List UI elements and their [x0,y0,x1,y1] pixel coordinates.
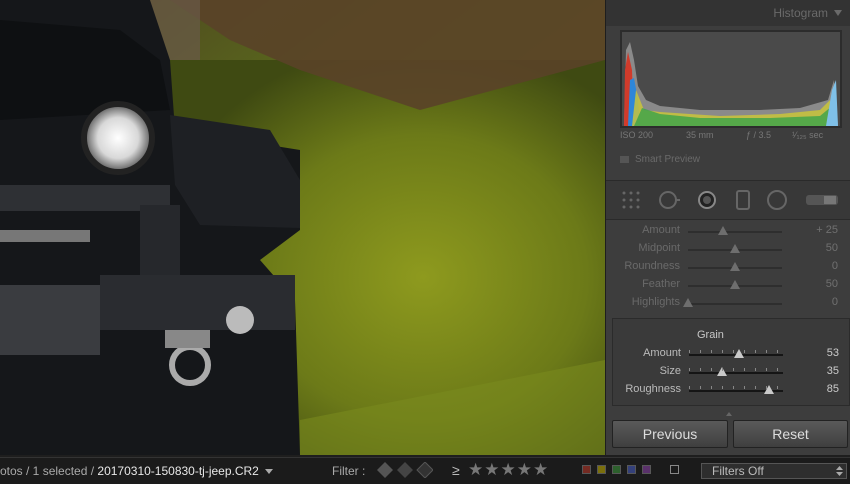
vignette-slider-row[interactable]: Amount + 25 [606,222,850,240]
collapse-triangle-icon[interactable] [834,10,842,16]
updown-arrows-icon [836,466,843,476]
grain-slider-row[interactable]: Amount 53 [607,345,850,363]
color-label-filter[interactable] [627,465,636,474]
vignette-slider-value[interactable]: 50 [826,242,838,254]
color-label-filter[interactable] [597,465,606,474]
grain-slider-label: Size [659,365,681,377]
shutter-readout: ¹⁄₁₂₅ sec [792,130,824,140]
red-eye-icon[interactable] [696,189,718,211]
vignette-slider-value[interactable]: 0 [832,296,838,308]
star-rating-filter[interactable]: ★★★★★ [468,460,549,480]
vignette-slider-label: Roundness [624,260,680,272]
grain-slider-value[interactable]: 85 [827,383,839,395]
crop-grid-icon[interactable] [620,189,642,211]
flag-filters[interactable] [377,462,433,478]
develop-panel: Histogram ISO 200 35 mm ƒ / 3.5 ¹⁄₁₂₅ se… [606,0,850,455]
color-filter-none[interactable] [670,465,679,474]
panel-end-marker-icon [726,412,732,416]
vignette-slider-row[interactable]: Roundness 0 [606,258,850,276]
color-label-filter[interactable] [582,465,591,474]
grain-title: Grain [697,329,724,341]
smart-preview-status[interactable]: Smart Preview [620,154,700,165]
vignette-slider-thumb[interactable] [730,244,740,253]
vignette-slider-label: Highlights [631,296,680,308]
smart-preview-icon [620,155,629,163]
vignette-slider-label: Feather [642,278,680,290]
vignette-slider-value[interactable]: 50 [826,278,838,290]
spot-removal-icon[interactable] [658,189,680,211]
photo-preview[interactable] [0,0,605,455]
vignette-slider-track[interactable] [688,303,782,305]
grain-slider-row[interactable]: Roughness 85 [607,381,850,399]
vignette-slider-track[interactable] [688,231,782,233]
smart-preview-label: Smart Preview [635,154,701,165]
jeep-photo [0,0,605,455]
radial-filter-icon[interactable] [766,189,788,211]
grain-slider-row[interactable]: Size 35 [607,363,850,381]
slider-ticks [689,350,783,353]
vignette-slider-label: Midpoint [638,242,680,254]
grain-slider-value[interactable]: 53 [827,347,839,359]
slider-ticks [689,368,783,371]
graduated-filter-icon[interactable] [732,189,754,211]
adjustment-brush-icon[interactable] [804,189,840,211]
filters-select[interactable]: Filters Off [701,463,847,479]
grain-slider-label: Amount [643,347,681,359]
vignette-slider-thumb[interactable] [717,226,728,235]
color-label-filter[interactable] [612,465,621,474]
previous-button[interactable]: Previous [612,420,728,448]
vignette-slider-row[interactable]: Midpoint 50 [606,240,850,258]
vignette-slider-value[interactable]: 0 [832,260,838,272]
aperture-readout: ƒ / 3.5 [746,130,772,140]
post-crop-vignette-sliders: Amount + 25 Midpoint 50 Roundness 0 Feather 50 H… [606,222,850,314]
histogram-curve [622,32,840,126]
reset-button[interactable]: Reset [733,420,848,448]
source-breadcrumb[interactable]: otos / 1 selected / 20170310-150830-tj-j… [0,464,273,478]
histogram-graph[interactable] [620,30,842,128]
rating-operator[interactable]: ≥ [452,462,460,478]
focal-length-readout: 35 mm [686,130,714,140]
grain-section: Grain Amount 53 Size 35 Roughness 85 [612,318,850,406]
vignette-slider-row[interactable]: Feather 50 [606,276,850,294]
color-label-filter[interactable] [642,465,651,474]
vignette-slider-thumb[interactable] [683,298,693,307]
vignette-slider-row[interactable]: Highlights 0 [606,294,850,312]
vignette-slider-thumb[interactable] [730,280,740,289]
breadcrumb-prefix: otos / 1 selected / [0,464,95,478]
slider-ticks [689,386,783,389]
grain-slider-label: Roughness [625,383,681,395]
vignette-slider-label: Amount [642,224,680,236]
filters-select-value: Filters Off [712,464,764,478]
filename-dropdown-icon[interactable] [264,469,273,475]
grain-slider-track[interactable] [689,372,783,374]
vignette-slider-value[interactable]: + 25 [816,224,838,236]
vignette-slider-thumb[interactable] [730,262,740,271]
filmstrip-bar: otos / 1 selected / 20170310-150830-tj-j… [0,457,850,484]
tool-strip [606,180,850,220]
filter-label: Filter : [332,464,366,478]
selected-filename: 20170310-150830-tj-jeep.CR2 [97,464,259,478]
iso-readout: ISO 200 [620,130,654,140]
grain-slider-value[interactable]: 35 [827,365,839,377]
histogram-header[interactable]: Histogram [606,0,850,26]
histogram-title: Histogram [773,6,828,20]
